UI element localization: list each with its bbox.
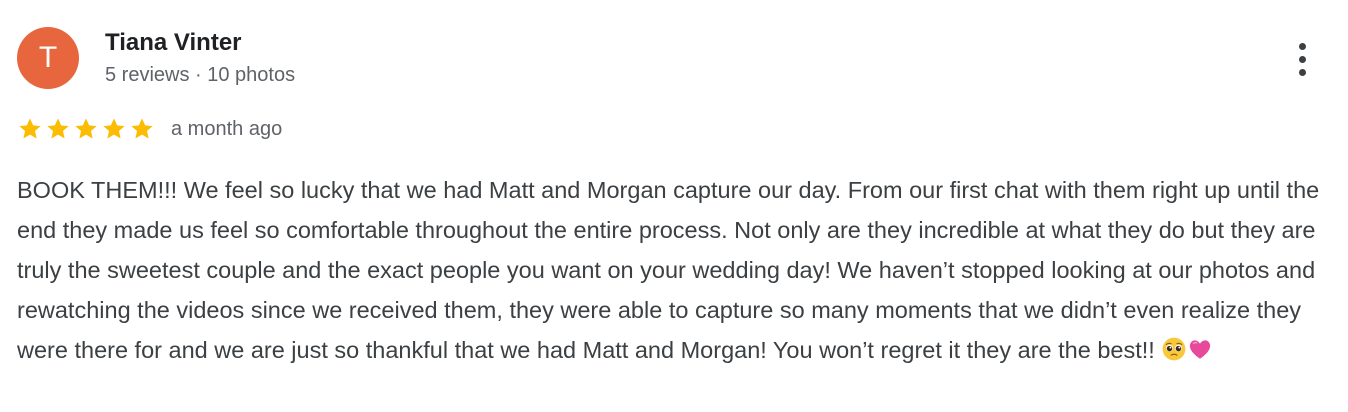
rating-row: a month ago	[17, 115, 282, 143]
more-options-button[interactable]	[1283, 38, 1323, 82]
star-rating	[17, 116, 155, 142]
pleading-face-emoji	[1162, 337, 1186, 361]
review-body: BOOK THEM!!! We feel so lucky that we ha…	[17, 177, 1320, 363]
emoji-group	[1161, 336, 1213, 362]
menu-dot	[1299, 56, 1306, 63]
avatar[interactable]: T	[17, 27, 79, 89]
menu-dot	[1299, 43, 1306, 50]
pink-heart-emoji	[1189, 340, 1210, 359]
review-text: BOOK THEM!!! We feel so lucky that we ha…	[17, 170, 1327, 370]
star-icon	[103, 118, 125, 139]
star-icon	[47, 118, 69, 139]
reviewer-stats[interactable]: 5 reviews · 10 photos	[105, 62, 295, 88]
reviewer-name[interactable]: Tiana Vinter	[105, 28, 242, 58]
star-icon	[131, 118, 153, 139]
avatar-letter: T	[38, 41, 58, 74]
star-icon	[19, 118, 41, 139]
star-icon	[75, 118, 97, 139]
review-card: T Tiana Vinter 5 reviews · 10 photos a m…	[0, 0, 1348, 412]
menu-dot	[1299, 69, 1306, 76]
review-date: a month ago	[171, 118, 283, 140]
